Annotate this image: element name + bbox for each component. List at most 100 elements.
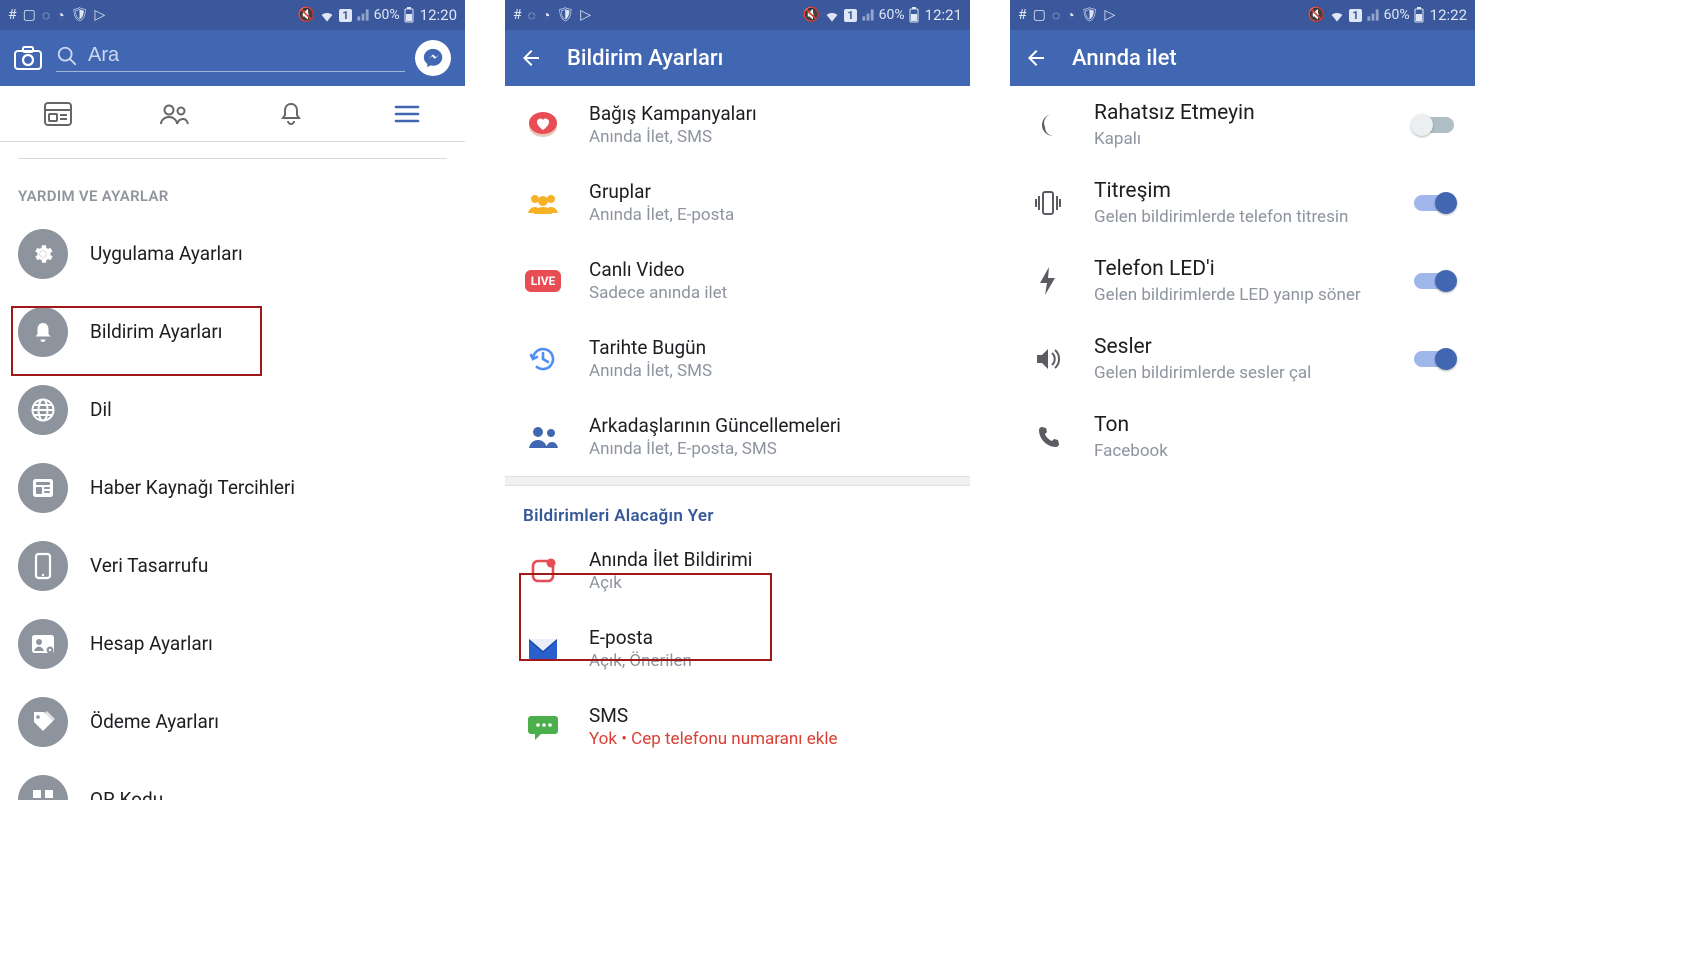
back-arrow-icon[interactable] xyxy=(519,46,543,70)
menu-language[interactable]: Dil xyxy=(0,371,465,449)
screen3-title: Anında ilet xyxy=(1072,46,1177,71)
menu-label: Uygulama Ayarları xyxy=(90,242,447,266)
menu-newsfeed-prefs[interactable]: Haber Kaynağı Tercihleri xyxy=(0,449,465,527)
row-sub: Gelen bildirimlerde LED yanıp söner xyxy=(1094,284,1411,306)
status-mute-icon: 🔇 xyxy=(1308,7,1325,23)
setting-tone[interactable]: Ton Facebook xyxy=(1010,398,1475,476)
menu-account-settings[interactable]: Hesap Ayarları xyxy=(0,605,465,683)
menu-label: Veri Tasarrufu xyxy=(90,554,447,578)
screen3-content: Rahatsız Etmeyin Kapalı Titreşim Gelen b… xyxy=(1010,86,1475,800)
messenger-icon[interactable] xyxy=(415,40,451,76)
screen2-title: Bildirim Ayarları xyxy=(567,46,723,71)
menu-label: Hesap Ayarları xyxy=(90,632,447,656)
status-clock: 12:21 xyxy=(925,6,962,24)
toggle-sounds[interactable] xyxy=(1411,349,1457,369)
row-sub: Yok • Cep telefonu numaranı ekle xyxy=(589,728,952,750)
screen2-content: Bağış Kampanyaları Anında İlet, SMS Grup… xyxy=(505,86,970,800)
status-battery-pct: 60% xyxy=(374,7,400,23)
history-clock-icon xyxy=(523,334,563,384)
globe-icon xyxy=(18,385,68,435)
status-pie-icon: ◔ xyxy=(542,7,550,24)
back-arrow-icon[interactable] xyxy=(1024,46,1048,70)
menu-data-saver[interactable]: Veri Tasarrufu xyxy=(0,527,465,605)
section-title-where: Bildirimleri Alacağın Yer xyxy=(505,486,970,532)
status-battery-icon xyxy=(404,7,414,23)
tab-newsfeed[interactable] xyxy=(0,86,116,141)
toggle-dnd[interactable] xyxy=(1411,115,1457,135)
speaker-icon xyxy=(1028,334,1068,384)
status-play-icon: ▷ xyxy=(1104,7,1115,23)
row-sub: Facebook xyxy=(1094,440,1457,462)
notif-live[interactable]: LIVE Canlı Video Sadece anında ilet xyxy=(505,242,970,320)
groups-icon xyxy=(523,178,563,228)
row-sub: Açık, Önerilen xyxy=(589,650,952,672)
menu-label: Bildirim Ayarları xyxy=(90,320,447,344)
status-sync-icon: ◌ xyxy=(1052,7,1060,24)
setting-sounds[interactable]: Sesler Gelen bildirimlerde sesler çal xyxy=(1010,320,1475,398)
menu-notification-settings[interactable]: Bildirim Ayarları xyxy=(0,293,465,371)
notif-groups[interactable]: Gruplar Anında İlet, E-posta xyxy=(505,164,970,242)
row-sub: Sadece anında ilet xyxy=(589,282,952,304)
status-hash-icon: # xyxy=(513,7,522,23)
phone-handset-icon xyxy=(1028,412,1068,462)
status-sim1-icon: 1 xyxy=(1349,9,1361,22)
status-play-icon: ▷ xyxy=(580,7,591,23)
phone-screen-3: # ▢ ◌ ◔ 🛡 ▷ 🔇 1 60% 12:22 Anında ilet xyxy=(1010,0,1475,800)
row-sub: Gelen bildirimlerde telefon titresin xyxy=(1094,206,1411,228)
status-sync-icon: ◌ xyxy=(42,7,50,24)
row-title: Tarihte Bugün xyxy=(589,336,952,360)
channel-sms[interactable]: SMS Yok • Cep telefonu numaranı ekle xyxy=(505,688,970,766)
tab-friends[interactable] xyxy=(116,86,232,141)
heart-coin-icon xyxy=(523,100,563,150)
toggle-vibration[interactable] xyxy=(1411,193,1457,213)
search-wrap[interactable] xyxy=(56,44,405,72)
setting-led[interactable]: Telefon LED'i Gelen bildirimlerde LED ya… xyxy=(1010,242,1475,320)
menu-app-settings[interactable]: Uygulama Ayarları xyxy=(0,215,465,293)
status-hash-icon: # xyxy=(8,7,17,23)
moon-icon xyxy=(1028,100,1068,150)
row-sub: Anında İlet, SMS xyxy=(589,126,952,148)
notif-on-this-day[interactable]: Tarihte Bugün Anında İlet, SMS xyxy=(505,320,970,398)
phone-screen-1: # ▢ ◌ ◔ 🛡 ▷ 🔇 1 60% 12:20 xyxy=(0,0,465,800)
android-status-bar: # ▢ ◌ ◔ 🛡 ▷ 🔇 1 60% 12:20 xyxy=(0,0,465,30)
menu-label: Haber Kaynağı Tercihleri xyxy=(90,476,447,500)
status-image-icon: ▢ xyxy=(23,7,36,23)
row-sub: Anında İlet, E-posta xyxy=(589,204,952,226)
status-wifi-icon xyxy=(1329,8,1345,22)
channel-email[interactable]: E-posta Açık, Önerilen xyxy=(505,610,970,688)
row-title: E-posta xyxy=(589,626,952,650)
menu-qr-code[interactable]: QR Kodu xyxy=(0,761,465,800)
status-pie-icon: ◔ xyxy=(1066,7,1074,24)
tab-notifications[interactable] xyxy=(233,86,349,141)
row-title: Ton xyxy=(1094,412,1457,438)
row-sub: Açık xyxy=(589,572,952,594)
row-title: Sesler xyxy=(1094,334,1411,360)
menu-payment-settings[interactable]: Ödeme Ayarları xyxy=(0,683,465,761)
tab-menu[interactable] xyxy=(349,86,465,141)
search-input[interactable] xyxy=(88,44,405,67)
notif-friend-updates[interactable]: Arkadaşlarının Güncellemeleri Anında İle… xyxy=(505,398,970,476)
row-sub: Gelen bildirimlerde sesler çal xyxy=(1094,362,1411,384)
menu-label: QR Kodu xyxy=(90,788,447,800)
row-title: Gruplar xyxy=(589,180,952,204)
gear-icon xyxy=(18,229,68,279)
status-mute-icon: 🔇 xyxy=(298,7,315,23)
channel-push[interactable]: Anında İlet Bildirimi Açık xyxy=(505,532,970,610)
status-shield-icon: 🛡 xyxy=(71,7,89,23)
camera-icon[interactable] xyxy=(14,46,42,70)
status-clock: 12:22 xyxy=(1430,6,1467,24)
bell-icon xyxy=(18,307,68,357)
notif-donations[interactable]: Bağış Kampanyaları Anında İlet, SMS xyxy=(505,86,970,164)
status-signal-icon xyxy=(1366,8,1380,22)
status-clock: 12:20 xyxy=(420,6,457,24)
setting-dnd[interactable]: Rahatsız Etmeyin Kapalı xyxy=(1010,86,1475,164)
toggle-led[interactable] xyxy=(1411,271,1457,291)
section-title-help-settings: YARDIM VE AYARLAR xyxy=(0,159,465,215)
setting-vibration[interactable]: Titreşim Gelen bildirimlerde telefon tit… xyxy=(1010,164,1475,242)
sms-bubble-icon xyxy=(523,702,563,752)
status-play-icon: ▷ xyxy=(94,7,105,23)
search-icon xyxy=(56,45,78,67)
status-hash-icon: # xyxy=(1018,7,1027,23)
status-battery-pct: 60% xyxy=(1384,7,1410,23)
android-status-bar: # ▢ ◌ ◔ 🛡 ▷ 🔇 1 60% 12:22 xyxy=(1010,0,1475,30)
